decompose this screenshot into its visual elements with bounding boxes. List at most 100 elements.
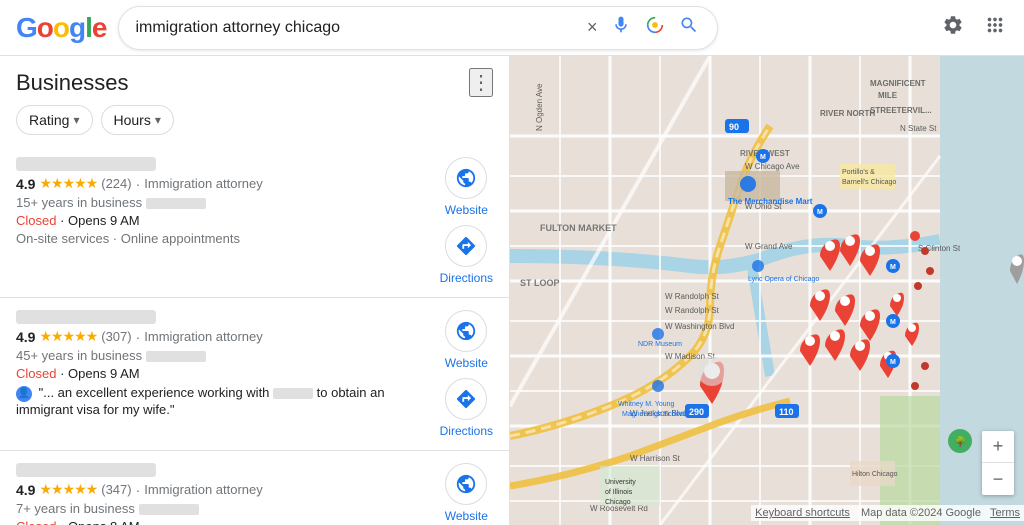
review-count: (347) bbox=[101, 482, 131, 497]
review-text: 👤 "... an excellent experience working w… bbox=[16, 385, 428, 417]
opens-time: · bbox=[60, 366, 68, 381]
business-type: Immigration attorney bbox=[144, 482, 263, 497]
rating-filter-button[interactable]: Rating ▾ bbox=[16, 105, 93, 135]
businesses-title: Businesses bbox=[16, 70, 461, 96]
svg-text:Barnell's Chicago: Barnell's Chicago bbox=[842, 179, 896, 186]
settings-button[interactable] bbox=[940, 12, 966, 44]
svg-text:Portillo's &: Portillo's & bbox=[842, 169, 875, 176]
closed-status: Closed · Opens 9 AM bbox=[16, 366, 428, 381]
svg-text:Chicago: Chicago bbox=[605, 499, 631, 506]
gear-icon bbox=[942, 14, 964, 36]
search-input[interactable] bbox=[135, 19, 584, 37]
svg-text:M: M bbox=[890, 359, 896, 366]
website-label: Website bbox=[445, 203, 488, 217]
directions-button[interactable]: Directions bbox=[440, 378, 493, 438]
review-quote: "... an excellent experience working wit… bbox=[39, 385, 273, 400]
svg-text:FULTON MARKET: FULTON MARKET bbox=[540, 223, 617, 233]
svg-text:M: M bbox=[760, 154, 766, 161]
business-type: Immigration attorney bbox=[144, 329, 263, 344]
svg-text:M: M bbox=[817, 209, 823, 216]
website-circle bbox=[445, 157, 487, 199]
svg-text:W Randolph St: W Randolph St bbox=[665, 306, 720, 315]
opens-time-value: Opens 9 AM bbox=[68, 366, 140, 381]
zoom-out-button[interactable]: − bbox=[982, 463, 1014, 495]
header: Google × bbox=[0, 0, 1024, 56]
left-panel: Businesses ⋮ Rating ▾ Hours ▾ 4.9 ★★★★★ … bbox=[0, 56, 510, 525]
apps-button[interactable] bbox=[982, 12, 1008, 44]
closed-status: Closed · Opens 9 AM bbox=[16, 213, 428, 228]
globe-icon bbox=[455, 473, 477, 495]
website-button[interactable]: Website bbox=[445, 310, 488, 370]
search-button[interactable] bbox=[677, 13, 701, 43]
clear-button[interactable]: × bbox=[585, 15, 600, 40]
website-circle bbox=[445, 463, 487, 505]
separator: · bbox=[136, 176, 141, 192]
business-card: 4.9 ★★★★★ (347) · Immigration attorney 7… bbox=[0, 451, 509, 525]
rating-value: 4.9 bbox=[16, 176, 35, 192]
chevron-down-icon: ▾ bbox=[73, 113, 79, 127]
website-label: Website bbox=[445, 356, 488, 370]
svg-text:MILE: MILE bbox=[878, 91, 898, 100]
separator: · bbox=[136, 482, 141, 498]
closed-label: Closed bbox=[16, 366, 56, 381]
years-info: 7+ years in business bbox=[16, 501, 428, 516]
star-rating: ★★★★★ bbox=[39, 175, 97, 192]
svg-text:Hilton Chicago: Hilton Chicago bbox=[852, 471, 898, 478]
directions-circle bbox=[445, 225, 487, 267]
closed-status: Closed · Opens 8 AM bbox=[16, 519, 428, 525]
directions-button[interactable]: Directions bbox=[440, 225, 493, 285]
card-info: 4.9 ★★★★★ (307) · Immigration attorney 4… bbox=[16, 310, 428, 438]
opens-time: · bbox=[60, 519, 68, 525]
star-rating: ★★★★★ bbox=[39, 328, 97, 345]
zoom-in-button[interactable]: + bbox=[982, 431, 1014, 463]
hours-filter-button[interactable]: Hours ▾ bbox=[101, 105, 174, 135]
website-label: Website bbox=[445, 509, 488, 523]
voice-search-button[interactable] bbox=[609, 13, 633, 42]
business-card: 4.9 ★★★★★ (224) · Immigration attorney 1… bbox=[0, 145, 509, 298]
opens-time-value: Opens 8 AM bbox=[68, 519, 140, 525]
search-bar: × bbox=[118, 6, 718, 50]
lens-icon bbox=[645, 15, 665, 35]
map-container[interactable]: FULTON MARKET ST LOOP RIVER WEST RIVER N… bbox=[510, 56, 1024, 525]
map-data-label: Map data ©2024 Google bbox=[861, 507, 981, 519]
search-icons: × bbox=[585, 13, 702, 43]
svg-text:of Illinois: of Illinois bbox=[605, 489, 633, 496]
businesses-header: Businesses ⋮ bbox=[0, 56, 509, 105]
rating-filter-label: Rating bbox=[29, 112, 69, 128]
keyboard-shortcuts-link[interactable]: Keyboard shortcuts bbox=[755, 507, 850, 519]
map-controls: + − bbox=[982, 431, 1014, 495]
svg-text:N State St: N State St bbox=[900, 124, 937, 133]
opens-time: · bbox=[60, 213, 68, 228]
opens-time-value: Opens 9 AM bbox=[68, 213, 140, 228]
blurred-detail bbox=[139, 504, 199, 515]
svg-text:W Grand Ave: W Grand Ave bbox=[745, 242, 793, 251]
website-button[interactable]: Website bbox=[445, 157, 488, 217]
terms-link[interactable]: Terms bbox=[990, 507, 1020, 519]
blurred-detail bbox=[146, 198, 206, 209]
years-label: 15+ years in business bbox=[16, 195, 142, 210]
map-panel: FULTON MARKET ST LOOP RIVER WEST RIVER N… bbox=[510, 56, 1024, 525]
globe-icon bbox=[455, 167, 477, 189]
services-info: On-site services · Online appointments bbox=[16, 231, 428, 246]
review-count: (307) bbox=[101, 329, 131, 344]
main-content: Businesses ⋮ Rating ▾ Hours ▾ 4.9 ★★★★★ … bbox=[0, 56, 1024, 525]
closed-label: Closed bbox=[16, 519, 56, 525]
business-meta: 4.9 ★★★★★ (224) · Immigration attorney bbox=[16, 175, 428, 192]
svg-text:90: 90 bbox=[729, 122, 739, 132]
svg-text:M: M bbox=[890, 264, 896, 271]
reviewer-avatar: 👤 bbox=[16, 386, 32, 402]
website-button[interactable]: Website bbox=[445, 463, 488, 523]
svg-text:290: 290 bbox=[689, 407, 704, 417]
business-type: Immigration attorney bbox=[144, 176, 263, 191]
svg-text:University: University bbox=[605, 479, 636, 486]
blurred-detail bbox=[146, 351, 206, 362]
more-options-button[interactable]: ⋮ bbox=[469, 68, 493, 97]
svg-text:Lyric Opera of Chicago: Lyric Opera of Chicago bbox=[748, 276, 819, 283]
filter-bar: Rating ▾ Hours ▾ bbox=[0, 105, 509, 145]
rating-value: 4.9 bbox=[16, 482, 35, 498]
globe-icon bbox=[455, 320, 477, 342]
directions-icon bbox=[455, 388, 477, 410]
business-name-blurred bbox=[16, 157, 156, 171]
lens-button[interactable] bbox=[643, 13, 667, 42]
svg-text:110: 110 bbox=[779, 407, 794, 417]
